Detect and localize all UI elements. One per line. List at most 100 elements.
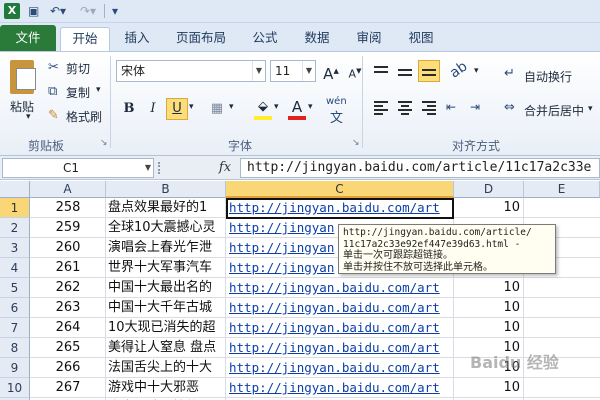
cell-a[interactable]: 265	[30, 338, 106, 358]
column-header-d[interactable]: D	[454, 181, 524, 198]
name-box[interactable]: C1 ▼	[2, 158, 154, 178]
cell-c-hyperlink[interactable]: http://jingyan.baidu.com/art	[229, 318, 453, 338]
phonetic-button[interactable]: wén	[326, 96, 347, 107]
underline-dropdown-icon[interactable]: ▾	[189, 102, 194, 112]
column-header-e[interactable]: E	[524, 181, 600, 198]
font-color-dropdown-icon[interactable]: ▾	[308, 102, 313, 112]
cell-b[interactable]: 中国十大千年古城	[108, 298, 226, 318]
merge-dropdown-icon[interactable]: ▾	[588, 104, 593, 114]
excel-icon[interactable]: X	[4, 3, 20, 19]
orientation-dropdown-icon[interactable]: ▾	[474, 66, 479, 76]
cell-a[interactable]: 260	[30, 238, 106, 258]
scissors-icon[interactable]: ✂	[48, 60, 59, 75]
cell-d[interactable]: 10	[454, 298, 524, 318]
clipboard-launcher-icon[interactable]: ↘	[100, 138, 108, 148]
increase-indent-icon[interactable]: ⇥	[470, 100, 480, 114]
save-icon[interactable]: ▣	[28, 3, 39, 19]
cell-c-hyperlink[interactable]: http://jingyan.baidu.com/art	[229, 358, 453, 378]
row-header[interactable]: 1	[0, 198, 30, 218]
insert-function-button[interactable]: fx	[214, 159, 236, 177]
row-header[interactable]: 3	[0, 238, 30, 258]
redo-icon[interactable]: ↷▾	[80, 3, 96, 19]
align-middle-icon[interactable]	[396, 66, 414, 80]
merge-center-button[interactable]: 合并后居中	[524, 102, 584, 119]
copy-dropdown-icon[interactable]: ▾	[96, 85, 101, 95]
fill-color-icon[interactable]: ⬙	[252, 96, 274, 118]
borders-icon[interactable]: ▦	[206, 98, 228, 120]
paste-icon[interactable]	[6, 58, 38, 96]
italic-button[interactable]: I	[142, 98, 164, 120]
undo-icon[interactable]: ↶▾	[50, 3, 66, 19]
wrap-text-icon[interactable]: ↵	[504, 66, 515, 81]
tab-formulas[interactable]: 公式	[242, 27, 288, 51]
format-painter-icon[interactable]: ✎	[48, 108, 59, 123]
cell-b[interactable]: 游戏中十大邪恶	[108, 378, 226, 398]
formula-input[interactable]: http://jingyan.baidu.com/article/11c17a2…	[240, 158, 600, 178]
cell-b[interactable]: 10大现已消失的超	[108, 318, 226, 338]
orientation-icon[interactable]: ab	[447, 58, 470, 81]
cell-d[interactable]: 10	[454, 318, 524, 338]
tab-view[interactable]: 视图	[398, 27, 444, 51]
tab-insert[interactable]: 插入	[114, 27, 160, 51]
cell-a[interactable]: 262	[30, 278, 106, 298]
wrap-text-button[interactable]: 自动换行	[524, 68, 572, 85]
cell-c-hyperlink[interactable]: http://jingyan.baidu.com/art	[229, 278, 453, 298]
font-size-select[interactable]: 11 ▼	[270, 60, 316, 82]
select-all-button[interactable]	[0, 181, 30, 198]
align-center-icon[interactable]	[396, 100, 414, 116]
row-header[interactable]: 9	[0, 358, 30, 378]
cell-b[interactable]: 世界十大军事汽车	[108, 258, 226, 278]
tab-review[interactable]: 审阅	[346, 27, 392, 51]
cell-c-hyperlink[interactable]: http://jingyan.baidu.com/art	[229, 298, 453, 318]
cell-b[interactable]: 全球10大震撼心灵	[108, 218, 226, 238]
cut-button[interactable]: 剪切	[66, 60, 90, 77]
cell-b[interactable]: 法国舌尖上的十大	[108, 358, 226, 378]
cell-d[interactable]: 10	[454, 278, 524, 298]
cell-c-hyperlink[interactable]: http://jingyan.baidu.com/art	[229, 378, 453, 398]
cell-a[interactable]: 263	[30, 298, 106, 318]
row-header[interactable]: 5	[0, 278, 30, 298]
row-header[interactable]: 8	[0, 338, 30, 358]
cell-a[interactable]: 259	[30, 218, 106, 238]
borders-dropdown-icon[interactable]: ▾	[229, 102, 234, 112]
tab-home[interactable]: 开始	[60, 27, 110, 51]
paste-dropdown-icon[interactable]: ▾	[26, 112, 31, 122]
merge-center-icon[interactable]: ⇔	[504, 100, 515, 115]
row-header[interactable]: 10	[0, 378, 30, 398]
row-header[interactable]: 4	[0, 258, 30, 278]
row-header[interactable]: 7	[0, 318, 30, 338]
resize-handle[interactable]	[158, 162, 162, 174]
cell-a[interactable]: 264	[30, 318, 106, 338]
tab-page-layout[interactable]: 页面布局	[166, 27, 236, 51]
column-header-c[interactable]: C	[226, 181, 454, 198]
cell-c-hyperlink[interactable]: http://jingyan.baidu.com/art	[229, 198, 453, 218]
format-painter-button[interactable]: 格式刷	[66, 108, 102, 125]
cell-b[interactable]: 盘点效果最好的1	[108, 198, 226, 218]
grow-font-button[interactable]: A▲	[320, 60, 342, 83]
align-top-icon[interactable]	[372, 66, 390, 80]
font-color-button[interactable]: A	[286, 96, 308, 118]
cell-d[interactable]: 10	[454, 198, 524, 218]
align-left-icon[interactable]	[372, 100, 390, 116]
cell-a[interactable]: 258	[30, 198, 106, 218]
align-right-icon[interactable]	[420, 100, 438, 116]
row-header[interactable]: 2	[0, 218, 30, 238]
cell-c-hyperlink[interactable]: http://jingyan.baidu.com/art	[229, 338, 453, 358]
underline-button[interactable]: U	[166, 98, 188, 120]
fill-color-dropdown-icon[interactable]: ▾	[274, 102, 279, 112]
column-header-b[interactable]: B	[106, 181, 226, 198]
copy-button[interactable]: 复制	[66, 84, 90, 101]
align-bottom-icon[interactable]	[418, 60, 440, 82]
worksheet-grid[interactable]: A B C D E 1 258 盘点效果最好的1 http://jingyan.bai…	[0, 181, 600, 400]
cell-a[interactable]: 267	[30, 378, 106, 398]
cell-d[interactable]: 10	[454, 378, 524, 398]
bold-button[interactable]: B	[118, 98, 140, 120]
font-launcher-icon[interactable]: ↘	[352, 138, 360, 148]
cell-a[interactable]: 261	[30, 258, 106, 278]
cell-a[interactable]: 266	[30, 358, 106, 378]
cell-b[interactable]: 中国十大最出名的	[108, 278, 226, 298]
customize-icon[interactable]: ▾	[112, 3, 118, 19]
decrease-indent-icon[interactable]: ⇤	[446, 100, 456, 114]
cell-b[interactable]: 美得让人窒息 盘点	[108, 338, 226, 358]
font-name-select[interactable]: 宋体 ▼	[116, 60, 266, 82]
